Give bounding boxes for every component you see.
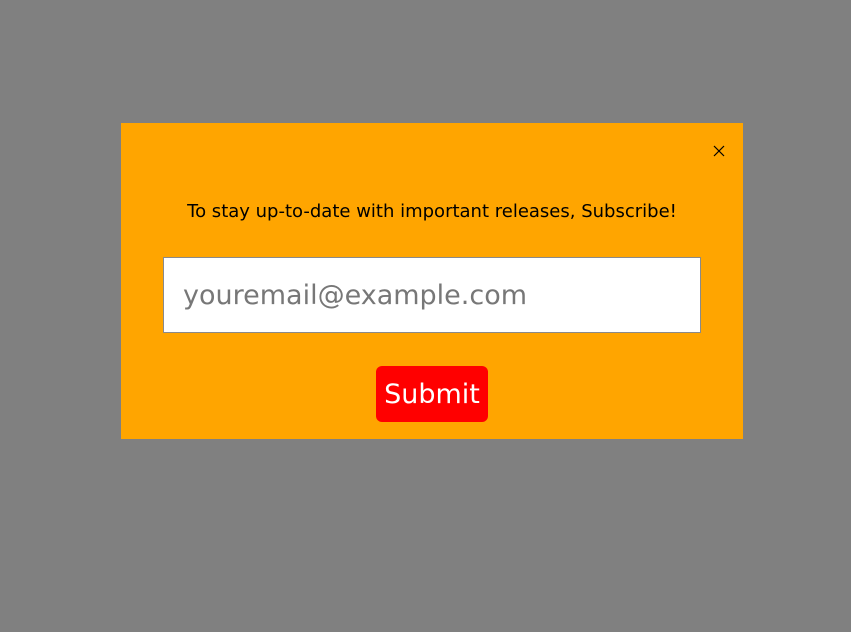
subscribe-modal: To stay up-to-date with important releas… [121, 123, 743, 439]
email-field[interactable] [163, 257, 701, 333]
subscribe-message: To stay up-to-date with important releas… [187, 201, 677, 222]
close-icon [713, 145, 725, 157]
submit-button[interactable]: Submit [376, 366, 488, 422]
close-button[interactable] [711, 143, 727, 159]
